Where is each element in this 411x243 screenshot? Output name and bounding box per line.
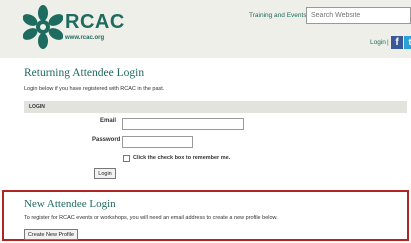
remember-me-label: Click the check box to remember me. — [133, 155, 231, 161]
logo-star-icon — [23, 5, 63, 49]
twitter-icon[interactable]: t — [404, 36, 411, 49]
login-section-label: LOGIN — [29, 104, 45, 110]
returning-attendee-heading: Returning Attendee Login — [24, 67, 145, 79]
password-field[interactable] — [122, 136, 193, 148]
login-section-bar: LOGIN — [24, 101, 407, 113]
logo-url: www.rcac.org — [65, 35, 105, 41]
login-button[interactable]: Login — [94, 168, 116, 179]
email-label: Email — [100, 118, 117, 124]
login-link[interactable]: Login — [370, 39, 386, 46]
returning-attendee-subtitle: Login below if you have registered with … — [24, 86, 165, 92]
logo-text: RCAC — [65, 11, 125, 33]
create-new-profile-button[interactable]: Create New Profile — [24, 229, 78, 240]
separator: | — [387, 39, 389, 46]
rcac-logo[interactable]: RCAC www.rcac.org — [23, 5, 127, 51]
nav-training-events-link[interactable]: Training and Events — [249, 12, 307, 19]
site-header: RCAC www.rcac.org Training and Events Lo… — [0, 0, 411, 58]
facebook-icon[interactable]: f — [391, 36, 403, 49]
new-attendee-subtitle: To register for RCAC events or workshops… — [24, 215, 278, 221]
remember-me-checkbox[interactable] — [123, 155, 130, 162]
search-input[interactable] — [306, 7, 411, 24]
password-label: Password — [92, 137, 121, 143]
new-attendee-heading: New Attendee Login — [24, 198, 116, 210]
email-field[interactable] — [122, 118, 244, 130]
